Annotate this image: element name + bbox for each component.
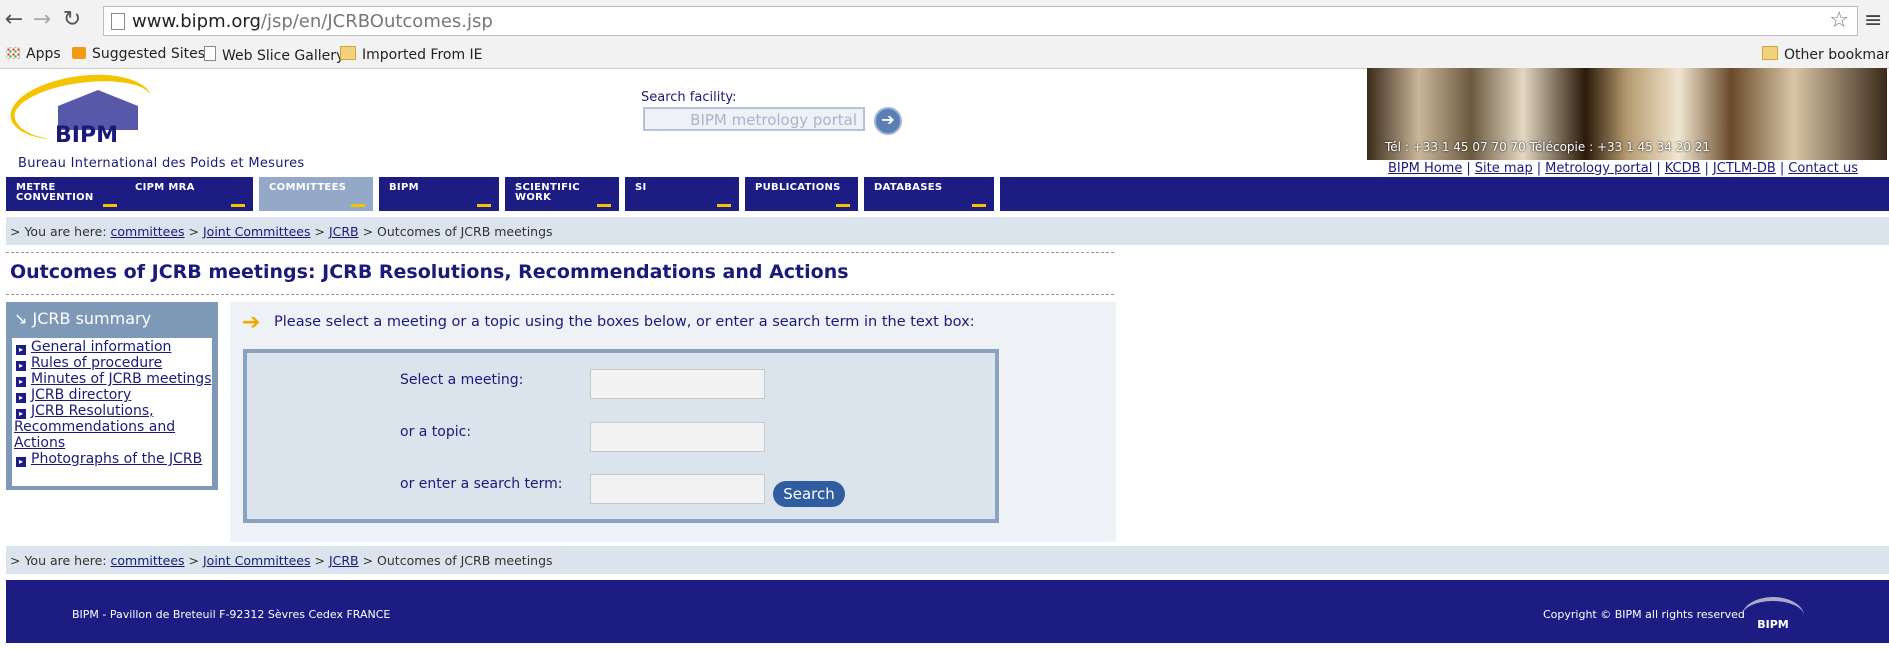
browser-toolbar: ← → ↻ www.bipm.org/jsp/en/JCRBOutcomes.j… xyxy=(0,0,1889,43)
breadcrumb-current: Outcomes of JCRB meetings xyxy=(377,553,553,568)
sidebar-list: ▸ General information ▸ Rules of procedure… xyxy=(12,338,212,486)
sidebar-link-photographs[interactable]: Photographs of the JCRB xyxy=(31,451,202,467)
header-banner: Tél : +33 1 45 07 70 70 Télécopie : +33 … xyxy=(1367,68,1887,160)
bullet-arrow-icon: ▸ xyxy=(16,377,26,387)
main-nav: METRE CONVENTION CIPM MRA COMMITTEES BIP… xyxy=(6,177,1889,211)
search-go-button[interactable]: ➔ xyxy=(874,107,902,135)
reload-icon[interactable]: ↻ xyxy=(60,8,84,32)
search-placeholder: BIPM metrology portal xyxy=(690,111,857,129)
search-term-input[interactable] xyxy=(590,474,765,504)
forward-icon[interactable]: → xyxy=(30,8,54,32)
bullet-arrow-icon: ▸ xyxy=(16,361,26,371)
main-panel: ➔ Please select a meeting or a topic usi… xyxy=(230,302,1116,542)
back-icon[interactable]: ← xyxy=(2,8,26,32)
nav-databases[interactable]: DATABASES xyxy=(864,177,1000,211)
meeting-select[interactable] xyxy=(590,369,765,399)
search-button[interactable]: Search xyxy=(773,481,845,507)
bookmark-suggested-sites[interactable]: Suggested Sites xyxy=(72,46,205,62)
instruction-text: Please select a meeting or a topic using… xyxy=(274,314,975,330)
breadcrumb-jcrb[interactable]: JCRB xyxy=(329,553,359,568)
arrow-right-icon: ➔ xyxy=(242,310,261,335)
bookmark-other[interactable]: Other bookmarks xyxy=(1762,46,1889,63)
footer-logo[interactable]: BIPM xyxy=(1742,597,1804,635)
bookmarks-bar: Apps Suggested Sites Web Slice Gallery I… xyxy=(0,42,1889,69)
nav-cipm-mra[interactable]: CIPM MRA xyxy=(125,177,259,211)
folder-icon xyxy=(1762,46,1778,60)
sidebar-link-directory[interactable]: JCRB directory xyxy=(31,387,131,403)
nav-metre-convention[interactable]: METRE CONVENTION xyxy=(6,177,131,211)
breadcrumb-prefix: > You are here: xyxy=(10,553,107,568)
sidebar-link-rules[interactable]: Rules of procedure xyxy=(31,355,162,371)
bullet-arrow-icon: ▸ xyxy=(16,345,26,355)
nav-publications[interactable]: PUBLICATIONS xyxy=(745,177,864,211)
top-links: BIPM Home | Site map | Metrology portal | KCDB… xyxy=(1388,161,1858,176)
sidebar: ↘ JCRB summary ▸ General information ▸ Rul… xyxy=(6,302,218,490)
nav-committees[interactable]: COMMITTEES xyxy=(259,177,379,211)
address-bar[interactable]: www.bipm.org/jsp/en/JCRBOutcomes.jsp ☆ xyxy=(103,6,1858,36)
menu-icon[interactable]: ≡ xyxy=(1864,8,1882,33)
sidebar-title: ↘ JCRB summary xyxy=(14,309,152,328)
search-form: Select a meeting: or a topic: or enter a… xyxy=(243,349,999,523)
topic-label: or a topic: xyxy=(400,424,472,440)
footer-address: BIPM - Pavillon de Breteuil F-92312 Sèvr… xyxy=(72,608,391,621)
breadcrumb-current: Outcomes of JCRB meetings xyxy=(377,224,553,239)
link-kcdb[interactable]: KCDB xyxy=(1665,161,1701,176)
term-label: or enter a search term: xyxy=(400,476,563,492)
apps-icon xyxy=(6,47,20,59)
page-title: Outcomes of JCRB meetings: JCRB Resoluti… xyxy=(10,261,849,283)
sidebar-link-general-information[interactable]: General information xyxy=(31,339,171,355)
bullet-arrow-icon: ▸ xyxy=(16,393,26,403)
nav-scientific-work[interactable]: SCIENTIFIC WORK xyxy=(505,177,625,211)
bullet-arrow-icon: ▸ xyxy=(16,457,26,467)
sidebar-item: ▸ JCRB directory xyxy=(14,387,212,403)
bookmark-imported-from-ie[interactable]: Imported From IE xyxy=(340,46,483,63)
sidebar-item: ▸ Rules of procedure xyxy=(14,355,212,371)
suggested-sites-icon xyxy=(72,47,86,59)
link-contact-us[interactable]: Contact us xyxy=(1788,161,1858,176)
sidebar-item: ▸ Minutes of JCRB meetings xyxy=(14,371,212,387)
url-text: www.bipm.org/jsp/en/JCRBOutcomes.jsp xyxy=(132,11,493,32)
nav-bipm[interactable]: BIPM xyxy=(379,177,505,211)
breadcrumb: > You are here: committees > Joint Commi… xyxy=(6,217,1889,245)
bookmark-apps[interactable]: Apps xyxy=(6,46,61,62)
bipm-logo[interactable]: BIPM xyxy=(6,66,156,156)
bureau-name: Bureau International des Poids et Mesure… xyxy=(18,156,305,171)
bookmark-web-slice-gallery[interactable]: Web Slice Gallery xyxy=(204,46,344,64)
link-metrology-portal[interactable]: Metrology portal xyxy=(1545,161,1652,176)
sidebar-link-resolutions[interactable]: JCRB Resolutions, Recommendations and Ac… xyxy=(14,403,175,451)
breadcrumb-jcrb[interactable]: JCRB xyxy=(329,224,359,239)
link-site-map[interactable]: Site map xyxy=(1475,161,1533,176)
breadcrumb-bottom: > You are here: committees > Joint Commi… xyxy=(6,546,1889,574)
folder-icon xyxy=(340,46,356,60)
sidebar-item: ▸ General information xyxy=(14,339,212,355)
page-icon xyxy=(111,13,125,30)
arrow-down-right-icon: ↘ xyxy=(14,309,28,328)
footer-copyright: Copyright © BIPM all rights reserved xyxy=(1543,608,1745,621)
breadcrumb-committees[interactable]: committees xyxy=(111,553,185,568)
page-icon xyxy=(204,46,216,61)
meeting-label: Select a meeting: xyxy=(400,372,524,388)
link-jctlm-db[interactable]: JCTLM-DB xyxy=(1713,161,1776,176)
search-label: Search facility: xyxy=(641,90,737,105)
breadcrumb-joint-committees[interactable]: Joint Committees xyxy=(203,224,311,239)
breadcrumb-prefix: > You are here: xyxy=(10,224,107,239)
bullet-arrow-icon: ▸ xyxy=(16,409,26,419)
bookmark-star-icon[interactable]: ☆ xyxy=(1829,8,1849,33)
banner-contact: Tél : +33 1 45 07 70 70 Télécopie : +33 … xyxy=(1385,140,1711,154)
logo-text: BIPM xyxy=(55,123,118,148)
sidebar-item: ▸ Photographs of the JCRB xyxy=(14,451,212,467)
sidebar-link-minutes[interactable]: Minutes of JCRB meetings xyxy=(31,371,212,387)
sidebar-item: ▸ JCRB Resolutions, Recommendations and A… xyxy=(14,403,212,451)
topic-select[interactable] xyxy=(590,422,765,452)
search-input[interactable]: BIPM metrology portal xyxy=(643,107,865,131)
divider xyxy=(6,294,1114,295)
link-bipm-home[interactable]: BIPM Home xyxy=(1388,161,1462,176)
footer: BIPM - Pavillon de Breteuil F-92312 Sèvr… xyxy=(6,580,1889,643)
breadcrumb-committees[interactable]: committees xyxy=(111,224,185,239)
nav-si[interactable]: SI xyxy=(625,177,745,211)
divider xyxy=(6,252,1114,253)
breadcrumb-joint-committees[interactable]: Joint Committees xyxy=(203,553,311,568)
